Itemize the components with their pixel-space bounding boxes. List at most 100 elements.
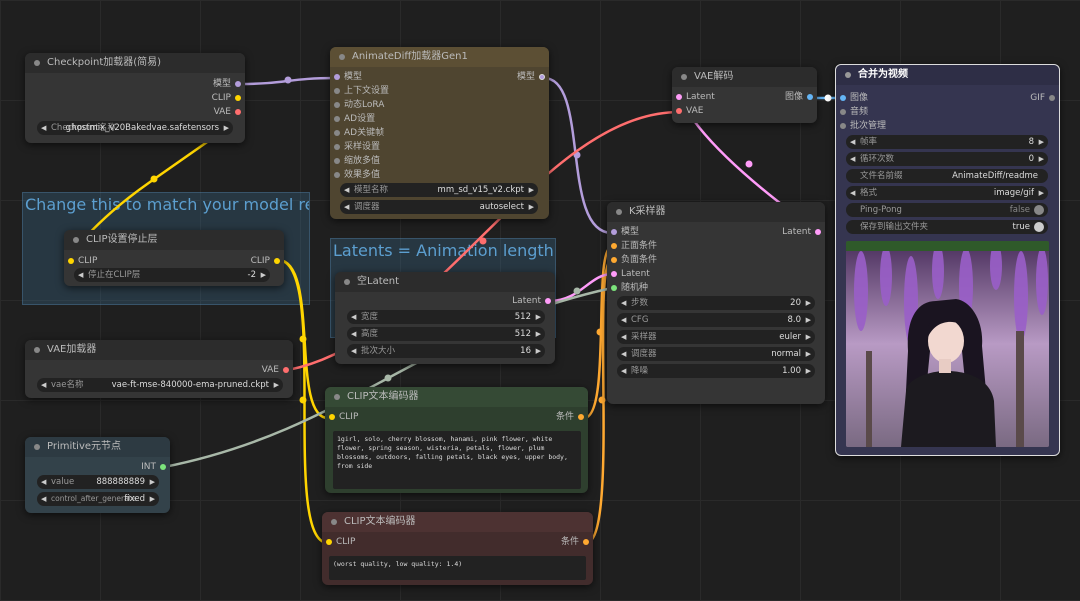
- arrow-right-icon[interactable]: ▶: [529, 183, 534, 197]
- socket-icon[interactable]: [840, 108, 846, 115]
- input-positive[interactable]: 正面条件: [607, 240, 657, 253]
- arrow-left-icon[interactable]: ◀: [41, 492, 46, 506]
- arrow-right-icon[interactable]: ▶: [806, 296, 811, 310]
- arrow-left-icon[interactable]: ◀: [850, 135, 855, 149]
- socket-icon[interactable]: [1049, 94, 1055, 101]
- arrow-left-icon[interactable]: ◀: [344, 183, 349, 197]
- node-title[interactable]: AnimateDiff加载器Gen1: [330, 47, 549, 67]
- socket-icon[interactable]: [611, 270, 617, 277]
- widget-clip-layer[interactable]: ◀ 停止在CLIP层 -2 ▶: [74, 268, 270, 282]
- input-ad-keyframes[interactable]: AD关键帧: [330, 127, 384, 140]
- node-title[interactable]: Primitive元节点: [25, 437, 170, 457]
- arrow-left-icon[interactable]: ◀: [351, 327, 356, 341]
- node-empty-latent[interactable]: 空Latent Latent ◀ 宽度 512 ▶ ◀ 高度 512 ▶ ◀ 批次大小 16 ▶: [335, 272, 555, 364]
- arrow-left-icon[interactable]: ◀: [351, 344, 356, 358]
- toggle-icon[interactable]: [1034, 222, 1044, 232]
- socket-icon[interactable]: [545, 297, 551, 304]
- arrow-left-icon[interactable]: ◀: [621, 313, 626, 327]
- arrow-left-icon[interactable]: ◀: [850, 186, 855, 200]
- socket-icon[interactable]: [334, 171, 340, 178]
- socket-icon[interactable]: [283, 366, 289, 373]
- widget-steps[interactable]: ◀ 步数 20 ▶: [617, 296, 815, 310]
- collapse-dot-icon[interactable]: [73, 237, 79, 243]
- input-effect-multival[interactable]: 效果多值: [330, 169, 380, 182]
- socket-icon[interactable]: [235, 80, 241, 87]
- socket-icon[interactable]: [611, 228, 617, 235]
- input-motion-lora[interactable]: 动态LoRA: [330, 99, 384, 112]
- widget-cfg[interactable]: ◀ CFG 8.0 ▶: [617, 313, 815, 327]
- collapse-dot-icon[interactable]: [34, 444, 40, 450]
- node-title[interactable]: VAE解码: [672, 67, 817, 87]
- collapse-dot-icon[interactable]: [344, 279, 350, 285]
- arrow-left-icon[interactable]: ◀: [621, 330, 626, 344]
- output-model[interactable]: 模型: [213, 78, 245, 91]
- socket-icon[interactable]: [334, 87, 340, 94]
- socket-icon[interactable]: [334, 101, 340, 108]
- output-clip[interactable]: CLIP: [212, 92, 245, 105]
- node-title[interactable]: CLIP文本编码器: [322, 512, 593, 532]
- arrow-right-icon[interactable]: ▶: [150, 492, 155, 506]
- node-clip-text-positive[interactable]: CLIP文本编码器 CLIP 条件 1girl, solo, cherry bl…: [325, 387, 588, 493]
- arrow-left-icon[interactable]: ◀: [41, 121, 46, 135]
- output-vae[interactable]: VAE: [262, 364, 293, 377]
- input-ad-settings[interactable]: AD设置: [330, 113, 375, 126]
- arrow-right-icon[interactable]: ▶: [536, 344, 541, 358]
- arrow-left-icon[interactable]: ◀: [621, 296, 626, 310]
- socket-icon[interactable]: [676, 107, 682, 114]
- input-audio[interactable]: 音频: [836, 106, 868, 119]
- arrow-right-icon[interactable]: ▶: [1039, 135, 1044, 149]
- socket-icon[interactable]: [334, 129, 340, 136]
- widget-control-after-generate[interactable]: ◀ control_after_generate fixed ▶: [37, 492, 159, 506]
- node-title[interactable]: CLIP设置停止层: [64, 230, 284, 250]
- input-negative[interactable]: 负面条件: [607, 254, 657, 267]
- input-batch-manager[interactable]: 批次管理: [836, 120, 886, 133]
- widget-width[interactable]: ◀ 宽度 512 ▶: [347, 310, 545, 324]
- widget-vae-name[interactable]: ◀ vae名称 vae-ft-mse-840000-ema-pruned.ckpt ▶: [37, 378, 283, 392]
- node-title[interactable]: CLIP文本编码器: [325, 387, 588, 407]
- socket-icon[interactable]: [334, 143, 340, 150]
- socket-icon[interactable]: [840, 122, 846, 129]
- arrow-left-icon[interactable]: ◀: [850, 152, 855, 166]
- arrow-left-icon[interactable]: ◀: [344, 200, 349, 214]
- arrow-right-icon[interactable]: ▶: [224, 121, 229, 135]
- socket-icon[interactable]: [840, 94, 846, 101]
- widget-height[interactable]: ◀ 高度 512 ▶: [347, 327, 545, 341]
- socket-icon[interactable]: [329, 413, 335, 420]
- arrow-right-icon[interactable]: ▶: [274, 378, 279, 392]
- socket-icon[interactable]: [334, 157, 340, 164]
- arrow-left-icon[interactable]: ◀: [621, 347, 626, 361]
- collapse-dot-icon[interactable]: [681, 74, 687, 80]
- output-clip[interactable]: CLIP: [251, 255, 284, 268]
- socket-icon[interactable]: [807, 93, 813, 100]
- arrow-right-icon[interactable]: ▶: [1039, 152, 1044, 166]
- widget-beta-schedule[interactable]: ◀ 调度器 autoselect ▶: [340, 200, 538, 214]
- node-title[interactable]: 空Latent: [335, 272, 555, 292]
- node-clip-skip[interactable]: CLIP设置停止层 CLIP CLIP ◀ 停止在CLIP层 -2 ▶: [64, 230, 284, 286]
- arrow-right-icon[interactable]: ▶: [150, 475, 155, 489]
- widget-loop-count[interactable]: ◀ 循环次数 0 ▶: [846, 152, 1048, 166]
- arrow-right-icon[interactable]: ▶: [806, 347, 811, 361]
- widget-frame-rate[interactable]: ◀ 帧率 8 ▶: [846, 135, 1048, 149]
- widget-save-output[interactable]: 保存到输出文件夹 true: [846, 220, 1048, 234]
- node-animatediff-loader[interactable]: AnimateDiff加载器Gen1 模型 模型 上下文设置 动态LoRA AD…: [330, 47, 549, 219]
- collapse-dot-icon[interactable]: [334, 394, 340, 400]
- socket-icon[interactable]: [611, 242, 617, 249]
- prompt-textarea[interactable]: 1girl, solo, cherry blossom, hanami, pin…: [333, 431, 581, 489]
- input-clip[interactable]: CLIP: [64, 255, 97, 268]
- socket-icon[interactable]: [611, 284, 617, 291]
- widget-pingpong[interactable]: Ping-Pong false: [846, 203, 1048, 217]
- arrow-right-icon[interactable]: ▶: [806, 364, 811, 378]
- node-title[interactable]: K采样器: [607, 202, 825, 222]
- collapse-dot-icon[interactable]: [845, 72, 851, 78]
- input-context[interactable]: 上下文设置: [330, 85, 389, 98]
- widget-ckpt-name[interactable]: ◀ Checkpoint名称 ghostmix_v20Bakedvae.safete…: [37, 121, 233, 135]
- widget-filename-prefix[interactable]: 文件名前缀 AnimateDiff/readme: [846, 169, 1048, 183]
- arrow-right-icon[interactable]: ▶: [261, 268, 266, 282]
- input-latent[interactable]: Latent: [672, 91, 715, 104]
- node-ksampler[interactable]: K采样器 Latent 模型 正面条件 负面条件 Latent 随机种 ◀ 步数 2…: [607, 202, 825, 404]
- input-latent[interactable]: Latent: [607, 268, 650, 281]
- output-image[interactable]: 图像: [785, 91, 817, 104]
- output-vae[interactable]: VAE: [214, 106, 245, 119]
- input-sample-settings[interactable]: 采样设置: [330, 141, 380, 154]
- arrow-left-icon[interactable]: ◀: [41, 475, 46, 489]
